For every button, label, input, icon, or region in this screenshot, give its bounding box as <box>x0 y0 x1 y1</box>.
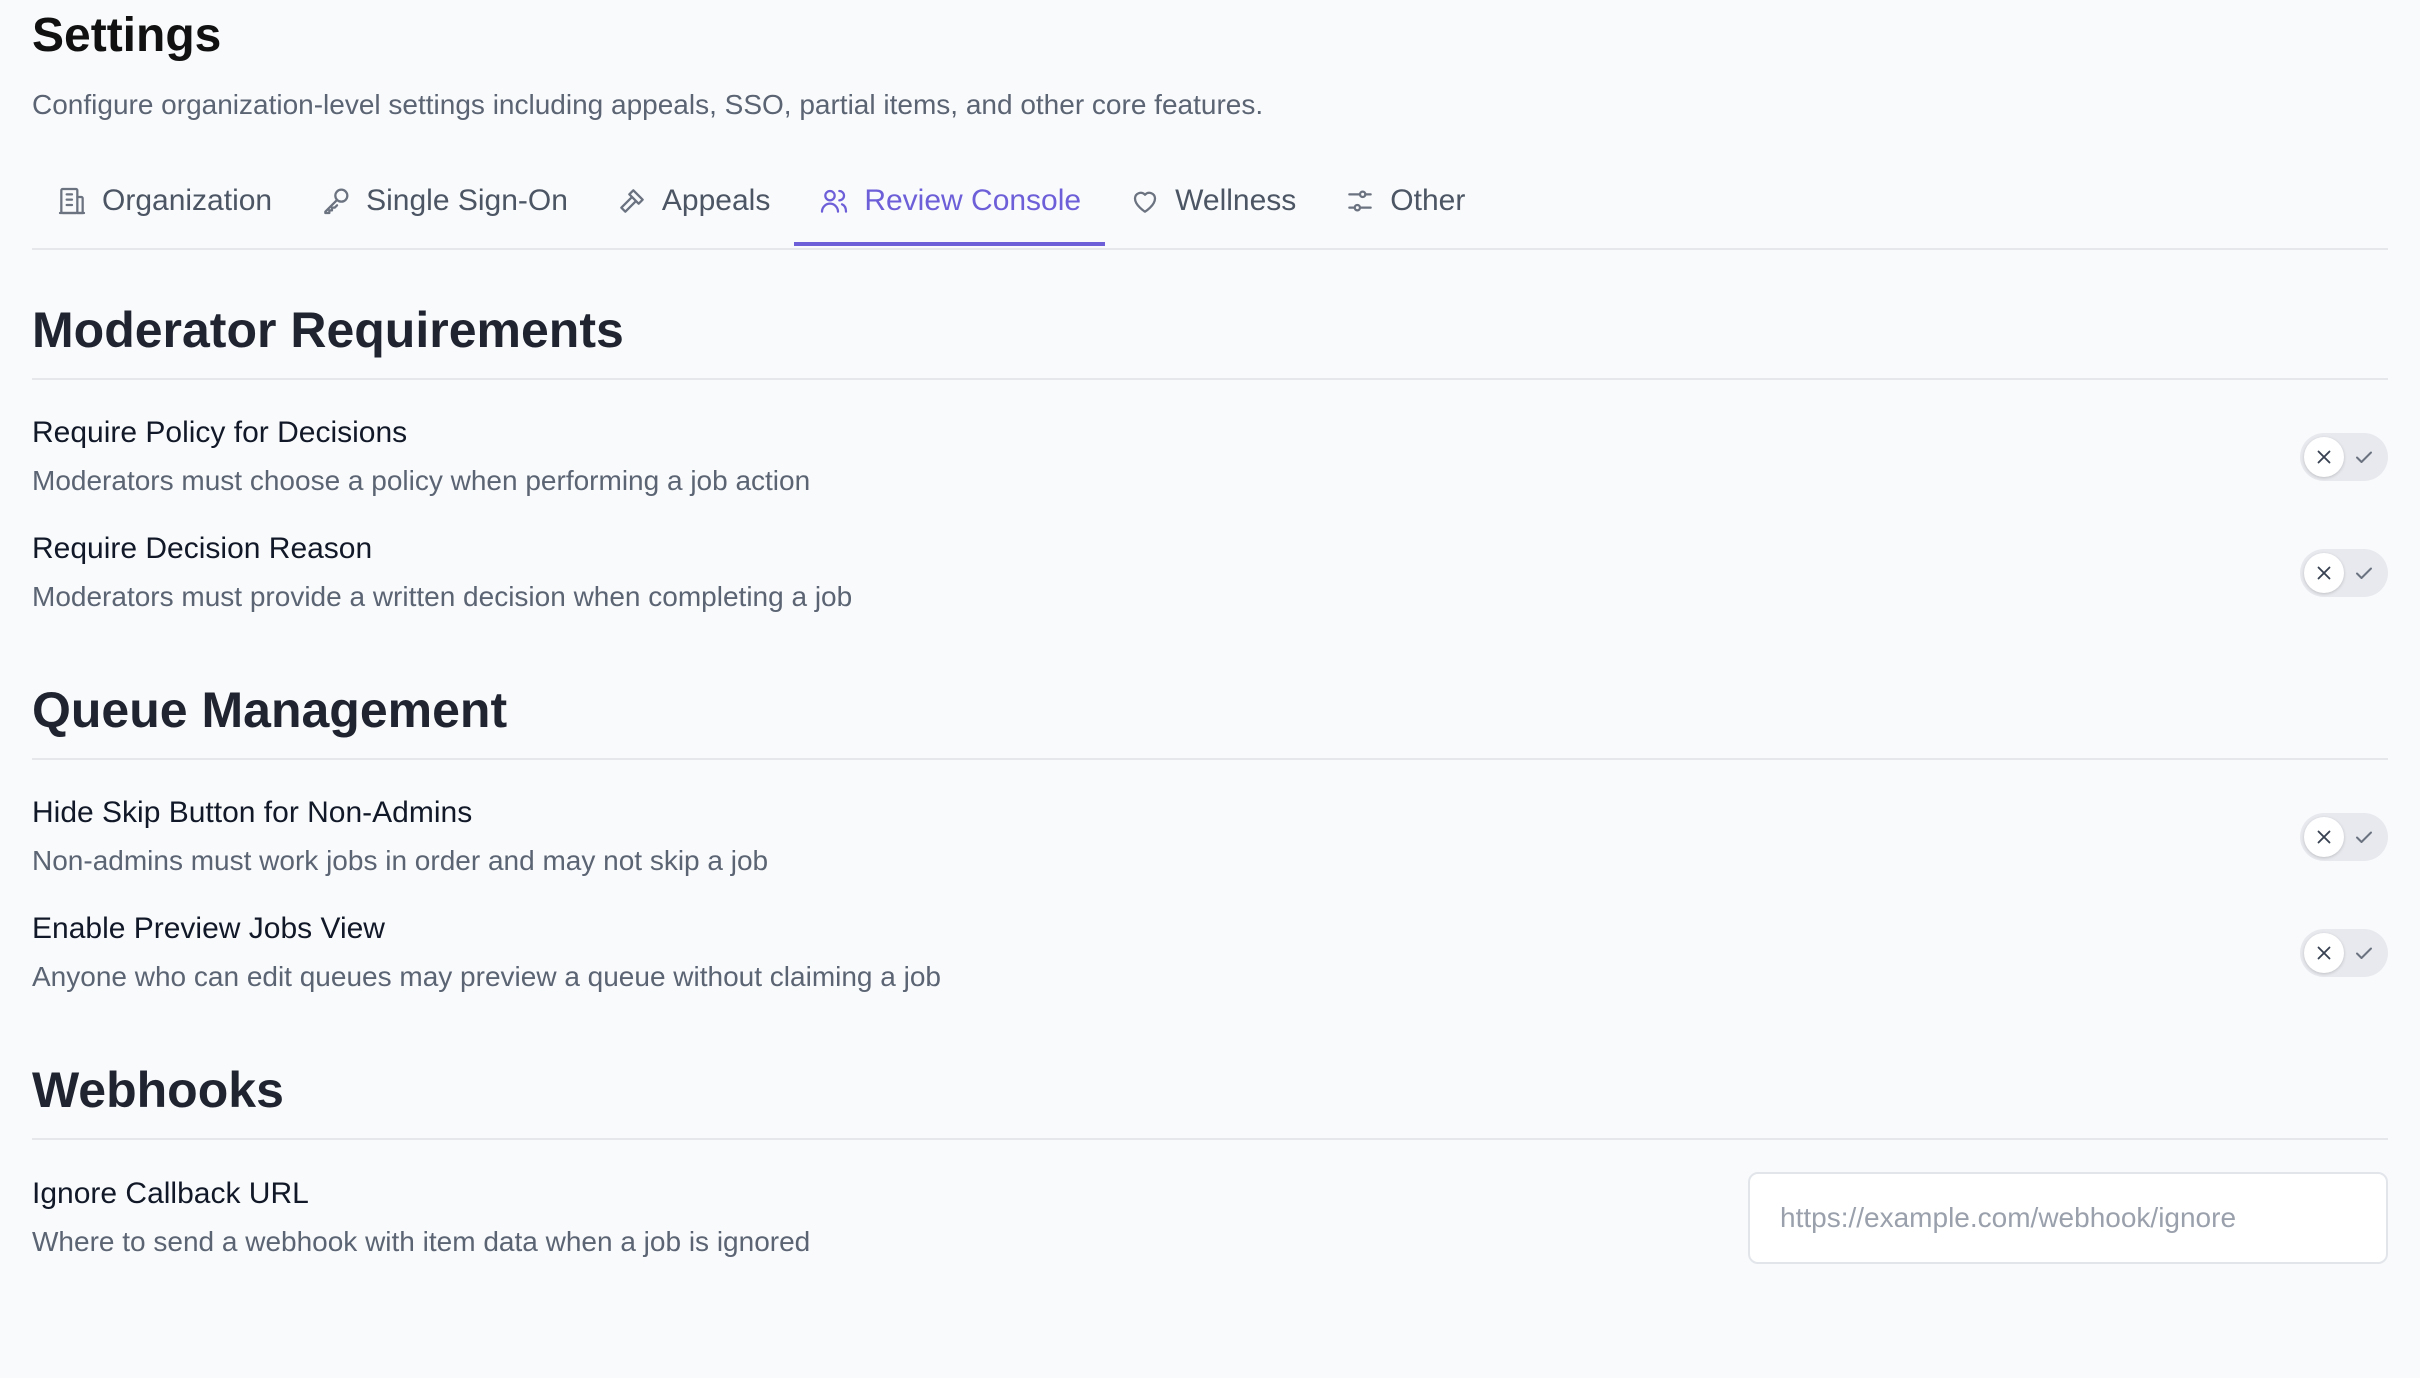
close-icon <box>2317 450 2331 464</box>
enable-preview-jobs-toggle[interactable] <box>2300 929 2388 977</box>
hide-skip-button-toggle[interactable] <box>2300 813 2388 861</box>
close-icon <box>2317 566 2331 580</box>
setting-label: Enable Preview Jobs View <box>32 912 385 945</box>
section-title: Queue Management <box>32 680 2388 760</box>
close-icon <box>2317 830 2331 844</box>
page-subtitle: Configure organization-level settings in… <box>32 89 1264 120</box>
tab-appeals-label: Appeals <box>661 184 771 217</box>
setting-row: Enable Preview Jobs View Anyone who can … <box>32 880 2388 996</box>
tab-review-console[interactable]: Review Console <box>794 160 1106 246</box>
moderator-requirements-section: Moderator Requirements Require Policy fo… <box>32 300 2388 616</box>
ignore-callback-url-input[interactable] <box>1748 1172 2388 1264</box>
webhooks-section: Webhooks Ignore Callback URL Where to se… <box>32 1060 2388 1264</box>
settings-page: Settings Configure organization-level se… <box>0 0 2420 1264</box>
users-icon <box>821 189 848 213</box>
setting-row: Hide Skip Button for Non-Admins Non-admi… <box>32 760 2388 880</box>
setting-label: Require Policy for Decisions <box>32 416 408 449</box>
sliders-icon <box>1348 190 1373 212</box>
tab-organization[interactable]: Organization <box>32 160 296 246</box>
setting-description: Anyone who can edit queues may preview a… <box>32 961 942 992</box>
setting-row: Require Policy for Decisions Moderators … <box>32 380 2388 500</box>
tab-other[interactable]: Other <box>1320 160 1489 246</box>
tab-other-label: Other <box>1390 184 1466 217</box>
close-icon <box>2317 946 2331 960</box>
setting-description: Moderators must choose a policy when per… <box>32 465 811 496</box>
check-icon <box>2356 947 2372 959</box>
building-icon <box>58 187 86 215</box>
gavel-icon <box>620 189 644 213</box>
setting-row: Ignore Callback URL Where to send a webh… <box>32 1140 2388 1264</box>
tab-organization-label: Organization <box>102 184 273 217</box>
section-title: Moderator Requirements <box>32 300 2388 380</box>
setting-description: Moderators must provide a written decisi… <box>32 581 853 612</box>
tab-wellness[interactable]: Wellness <box>1105 160 1320 246</box>
queue-management-section: Queue Management Hide Skip Button for No… <box>32 680 2388 996</box>
tab-single-sign-on-label: Single Sign-On <box>366 184 568 217</box>
tab-wellness-label: Wellness <box>1175 184 1297 217</box>
section-title: Webhooks <box>32 1060 2388 1140</box>
setting-description: Where to send a webhook with item data w… <box>32 1226 811 1257</box>
settings-tabs: Organization Single Sign-On Appeals Revi… <box>32 160 2388 250</box>
page-title: Settings <box>32 9 222 62</box>
key-icon <box>324 188 349 215</box>
check-icon <box>2356 451 2372 463</box>
setting-description: Non-admins must work jobs in order and m… <box>32 845 769 876</box>
check-icon <box>2356 567 2372 579</box>
setting-label: Ignore Callback URL <box>32 1177 309 1210</box>
setting-label: Require Decision Reason <box>32 532 373 565</box>
require-decision-reason-toggle[interactable] <box>2300 549 2388 597</box>
require-policy-toggle[interactable] <box>2300 433 2388 481</box>
setting-label: Hide Skip Button for Non-Admins <box>32 796 473 829</box>
tab-review-console-label: Review Console <box>864 184 1082 217</box>
tab-single-sign-on[interactable]: Single Sign-On <box>296 160 592 246</box>
tab-appeals[interactable]: Appeals <box>592 160 794 246</box>
heart-icon <box>1133 191 1157 213</box>
check-icon <box>2356 831 2372 843</box>
setting-row: Require Decision Reason Moderators must … <box>32 500 2388 616</box>
